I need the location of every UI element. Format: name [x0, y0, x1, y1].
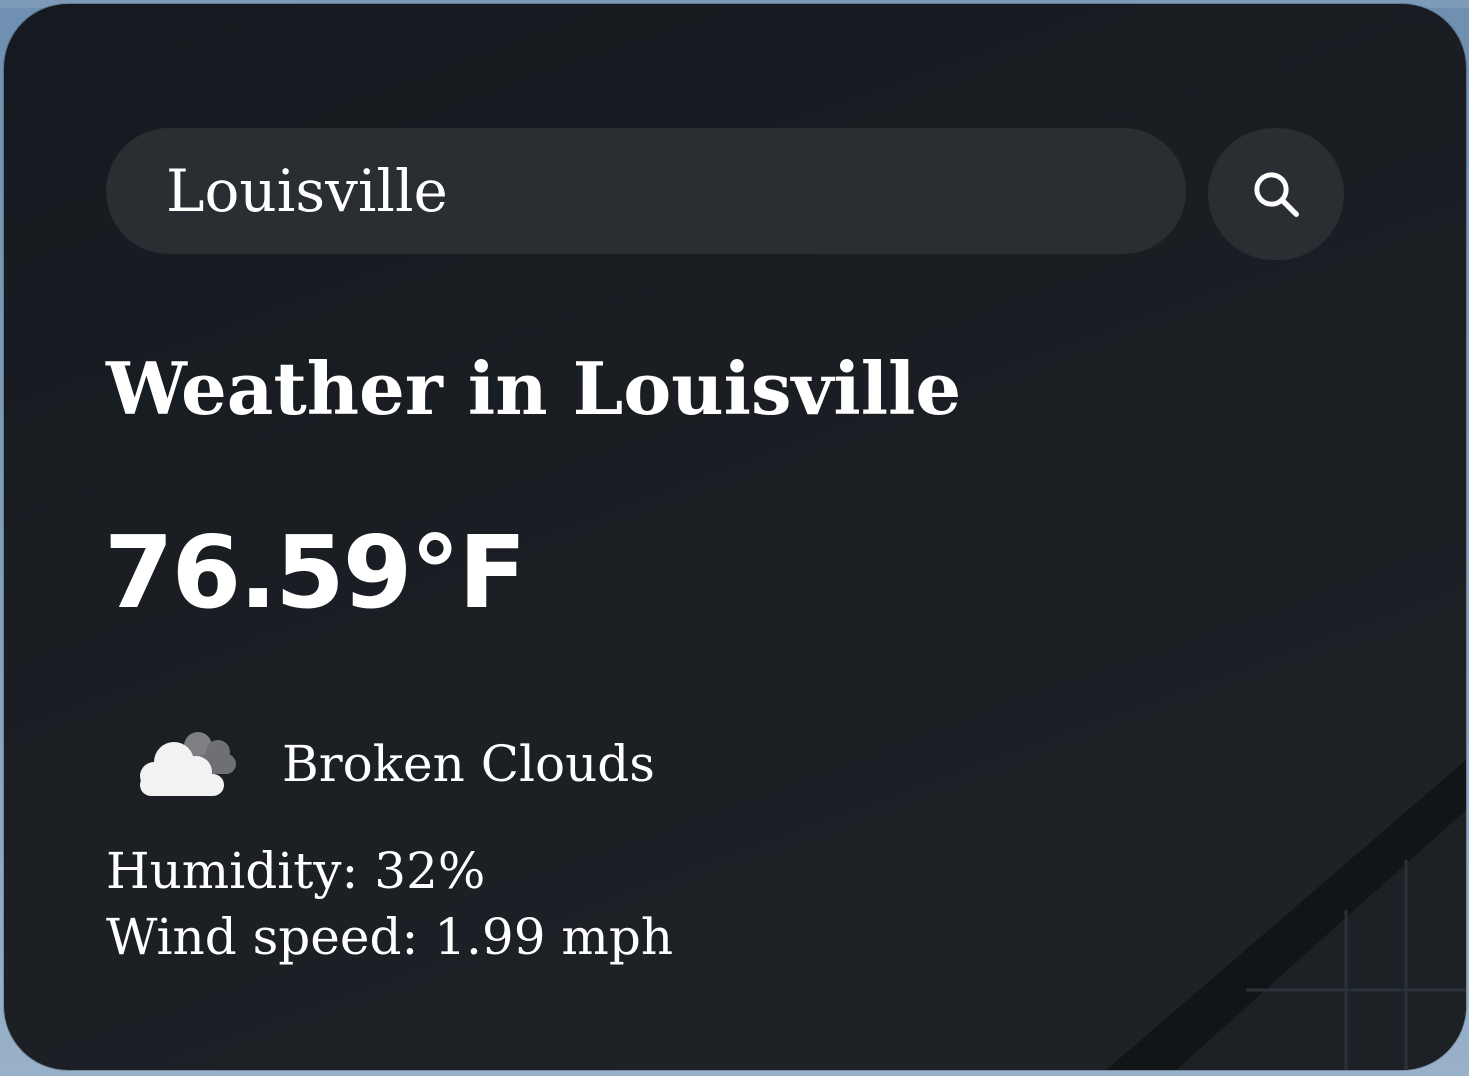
search-field[interactable] [106, 128, 1186, 254]
location-title: Weather in Louisville [106, 346, 962, 431]
wind-speed-label: Wind speed: 1.99 mph [106, 908, 674, 966]
search-input[interactable] [166, 157, 1146, 225]
humidity-label: Humidity: 32% [106, 842, 486, 900]
condition-row: Broken Clouds [126, 724, 655, 804]
search-icon [1254, 172, 1299, 217]
broken-clouds-icon [140, 732, 236, 796]
search-bar [106, 128, 1346, 260]
temperature: 76.59°F [104, 514, 527, 631]
search-button[interactable] [1208, 128, 1344, 260]
weather-card: Weather in Louisville 76.59°F Broken Clo… [4, 4, 1466, 1070]
background-building-edge [1106, 760, 1466, 1070]
condition-label: Broken Clouds [282, 735, 655, 793]
